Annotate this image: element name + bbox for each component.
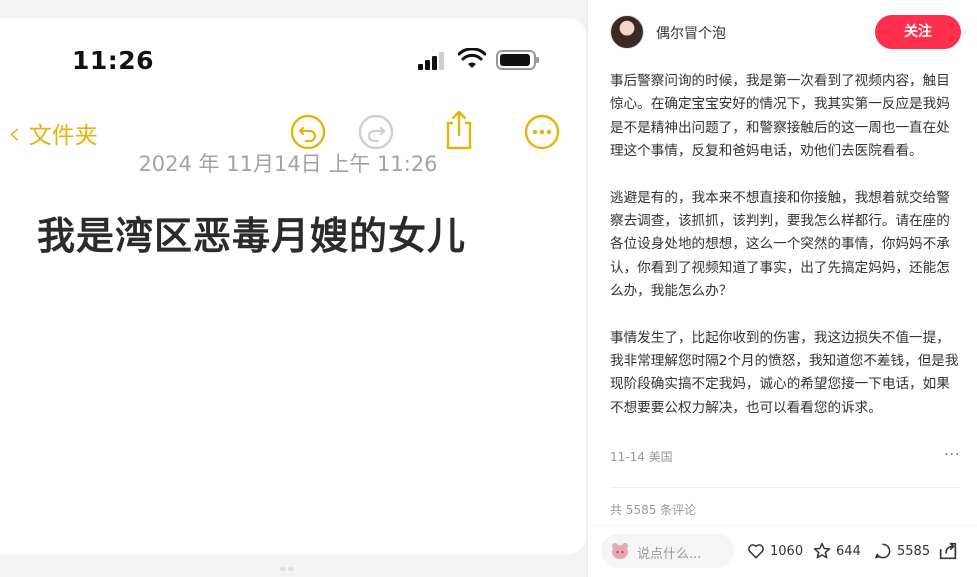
battery-icon xyxy=(496,50,539,70)
user-avatar-icon xyxy=(612,543,628,559)
post-paragraph: 逃避是有的，我本来不想直接和你接触，我想着就交给警察去调查，该抓抓，该判判，要我… xyxy=(610,189,950,300)
note-title: 我是湾区恶毒月嫂的女儿 xyxy=(37,214,467,258)
chevron-left-icon: ‹ xyxy=(8,114,21,152)
follow-button[interactable]: 关注 xyxy=(875,15,961,49)
heart-icon xyxy=(748,544,764,559)
image-pagination xyxy=(280,556,302,571)
post-header: 偶尔冒个泡 关注 xyxy=(588,0,977,66)
back-button[interactable]: ‹ 文件夹 xyxy=(8,113,98,153)
comment-input[interactable]: 说点什么... xyxy=(601,534,734,568)
collect-button[interactable]: 644 xyxy=(812,540,861,562)
post-paragraph: 事情发生了，比起你收到的伤害，我这边损失不值一提，我非常理解您时隔2个月的愤怒，… xyxy=(610,329,959,416)
star-icon xyxy=(813,542,831,559)
engagement-bar: 说点什么... 1060 644 5585 xyxy=(588,525,977,577)
redo-icon[interactable] xyxy=(358,114,394,150)
share-icon[interactable] xyxy=(937,540,959,562)
note-image[interactable]: 11:26 ‹ 文件夹 2024 年 11月14日 上午 11:26 我是湾区恶… xyxy=(0,0,587,577)
more-options-icon[interactable] xyxy=(524,114,560,150)
author-avatar[interactable] xyxy=(610,15,644,49)
note-date: 2024 年 11月14日 上午 11:26 xyxy=(138,152,438,176)
share-icon[interactable] xyxy=(441,109,477,151)
star-count: 644 xyxy=(836,543,861,559)
like-button[interactable]: 1060 xyxy=(746,540,803,562)
post-content: 事后警察问询的时候，我是第一次看到了视频内容，触目惊心。在确定宝宝安好的情况下，… xyxy=(610,70,960,443)
phone-screen: 11:26 ‹ 文件夹 2024 年 11月14日 上午 11:26 我是湾区恶… xyxy=(0,18,586,554)
signal-icon xyxy=(418,52,448,70)
status-icons xyxy=(418,48,539,72)
like-count: 1060 xyxy=(770,543,804,559)
comment-count: 共 5585 条评论 xyxy=(610,503,697,517)
more-button[interactable]: ··· xyxy=(944,447,960,463)
comment-button[interactable]: 5585 xyxy=(873,540,930,562)
comment-placeholder: 说点什么... xyxy=(637,547,702,562)
wifi-icon xyxy=(458,48,486,68)
comment-total: 5585 xyxy=(897,543,931,559)
post-paragraph: 事后警察问询的时候，我是第一次看到了视频内容，触目惊心。在确定宝宝安好的情况下，… xyxy=(610,73,950,160)
author-name[interactable]: 偶尔冒个泡 xyxy=(656,23,726,43)
screen: 11:26 ‹ 文件夹 2024 年 11月14日 上午 11:26 我是湾区恶… xyxy=(0,0,977,577)
post-panel: 偶尔冒个泡 关注 事后警察问询的时候，我是第一次看到了视频内容，触目惊心。在确定… xyxy=(587,0,977,577)
undo-icon[interactable] xyxy=(290,114,326,150)
divider xyxy=(610,487,960,488)
post-meta: 11-14 美国 xyxy=(610,450,673,464)
comment-icon xyxy=(875,543,891,559)
back-label: 文件夹 xyxy=(28,123,98,149)
status-time: 11:26 xyxy=(72,46,155,75)
